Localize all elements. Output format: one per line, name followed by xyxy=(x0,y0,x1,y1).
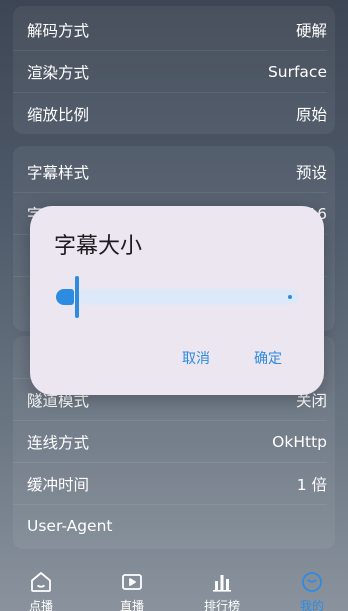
row-label: 渲染方式 xyxy=(27,63,90,82)
subtitle-size-dialog: 字幕大小 取消 确定 xyxy=(30,206,324,395)
nav-label: 直播 xyxy=(119,599,144,611)
settings-row-scale[interactable]: 缩放比例 原始 xyxy=(13,93,327,135)
row-value: 预设 xyxy=(295,163,327,182)
row-label: 缩放比例 xyxy=(27,106,90,124)
row-value: OkHttp xyxy=(272,432,327,451)
subtitle-size-slider[interactable] xyxy=(56,276,301,322)
settings-row-buffer[interactable]: 缓冲时间 1 倍 xyxy=(13,463,327,505)
play-icon xyxy=(119,570,145,594)
nav-item-ranking[interactable]: 排行榜 xyxy=(187,562,257,611)
nav-label: 我的 xyxy=(299,599,324,611)
row-value: 原始 xyxy=(295,106,327,124)
nav-item-vod[interactable]: 点播 xyxy=(6,562,76,611)
settings-row-subtitle-style[interactable]: 字幕样式 预设 xyxy=(13,151,327,193)
row-value: 1 倍 xyxy=(296,475,327,494)
row-label: 连线方式 xyxy=(27,433,90,452)
nav-item-mine[interactable]: 我的 xyxy=(277,562,347,611)
row-value: Surface xyxy=(267,62,327,81)
row-label: 解码方式 xyxy=(27,21,90,40)
bottom-nav: 点播 直播 排行榜 我的 xyxy=(0,562,348,611)
settings-row-connection[interactable]: 连线方式 OkHttp xyxy=(13,421,327,463)
slider-active-track xyxy=(56,289,74,305)
settings-row-render[interactable]: 渲染方式 Surface xyxy=(13,51,327,93)
cancel-button[interactable]: 取消 xyxy=(182,348,210,368)
home-icon xyxy=(28,570,54,594)
settings-row-user-agent[interactable]: User-Agent xyxy=(13,505,327,547)
row-value: 硬解 xyxy=(295,21,327,40)
row-label: User-Agent xyxy=(27,517,113,535)
user-icon xyxy=(299,570,325,594)
dialog-title: 字幕大小 xyxy=(54,234,143,259)
slider-thumb[interactable] xyxy=(75,276,79,318)
nav-label: 点播 xyxy=(28,599,53,611)
slider-track[interactable] xyxy=(78,289,299,305)
ok-button[interactable]: 确定 xyxy=(254,348,282,368)
row-label: 缓冲时间 xyxy=(27,475,90,494)
nav-item-live[interactable]: 直播 xyxy=(97,562,167,611)
slider-stop-indicator xyxy=(288,295,292,299)
row-label: 字幕样式 xyxy=(27,163,90,182)
bar-chart-icon xyxy=(209,570,235,594)
settings-row-decode[interactable]: 解码方式 硬解 xyxy=(13,9,327,51)
nav-label: 排行榜 xyxy=(203,599,240,611)
